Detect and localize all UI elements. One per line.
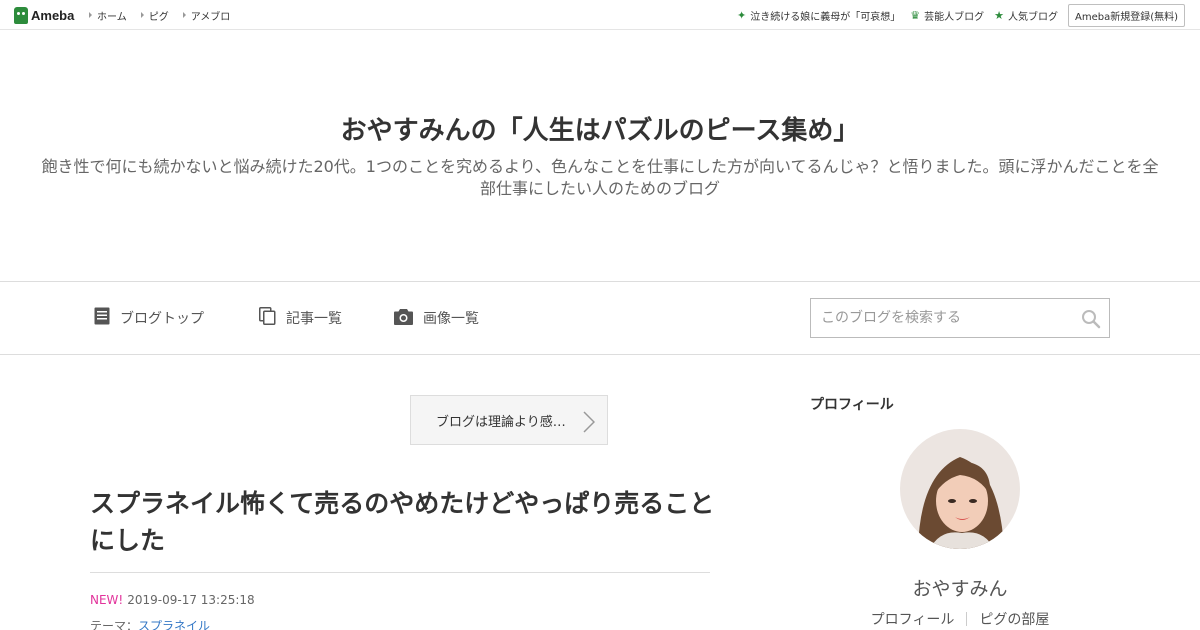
blog-header: おやすみんの「人生はパズルのピース集め」 飽き性で何にも続かないと悩み続けた20… bbox=[0, 30, 1200, 281]
profile-links: プロフィール ピグの部屋 bbox=[810, 609, 1110, 629]
search-input[interactable] bbox=[811, 299, 1071, 337]
pigg-room-link[interactable]: ピグの部屋 bbox=[979, 609, 1049, 629]
header-right-links: ✦ 泣き続ける娘に義母が「可哀想」 ♛ 芸能人ブログ ★ 人気ブログ Ameba新規登… bbox=[737, 0, 1200, 30]
document-icon bbox=[94, 307, 110, 329]
avatar[interactable] bbox=[900, 429, 1020, 549]
register-button[interactable]: Ameba新規登録(無料) bbox=[1067, 3, 1185, 27]
nav-blog-top[interactable]: ブログトップ bbox=[94, 306, 204, 330]
theme-link[interactable]: スプラネイル bbox=[138, 619, 210, 630]
global-nav: ホーム ピグ アメブロ bbox=[89, 0, 244, 30]
trending-topic-link[interactable]: ✦ 泣き続ける娘に義母が「可哀想」 bbox=[737, 8, 900, 23]
search-icon[interactable] bbox=[1081, 309, 1101, 329]
blog-nav: ブログトップ 記事一覧 画像一覧 bbox=[0, 281, 1200, 355]
triangle-right-icon bbox=[140, 12, 144, 18]
sparkle-icon: ✦ bbox=[737, 8, 747, 22]
nav-home-link[interactable]: ホーム bbox=[89, 8, 127, 23]
previous-entry-button[interactable]: ブログは理論より感… bbox=[410, 395, 608, 445]
nav-ameblo-link[interactable]: アメブロ bbox=[182, 8, 230, 23]
ameba-logo-icon bbox=[14, 6, 28, 24]
ameba-logo-text: Ameba bbox=[31, 7, 75, 23]
profile-name[interactable]: おやすみん bbox=[810, 574, 1110, 601]
triangle-right-icon bbox=[182, 12, 186, 18]
profile-link[interactable]: プロフィール bbox=[871, 609, 955, 629]
title-divider bbox=[90, 572, 710, 573]
profile-heading: プロフィール bbox=[810, 397, 894, 413]
ameba-logo[interactable]: Ameba bbox=[14, 6, 74, 24]
nav-image-list[interactable]: 画像一覧 bbox=[394, 306, 479, 330]
camera-icon bbox=[394, 308, 413, 329]
blog-search bbox=[810, 298, 1110, 338]
nav-pigg-link[interactable]: ピグ bbox=[140, 8, 169, 23]
popular-blog-link[interactable]: ★ 人気ブログ bbox=[994, 8, 1058, 23]
copy-icon bbox=[259, 307, 276, 329]
triangle-right-icon bbox=[89, 12, 92, 18]
new-badge: NEW! bbox=[90, 593, 124, 607]
blog-description: 飽き性で何にも続かないと悩み続けた20代。1つのことを究めるより、色んなことを仕… bbox=[41, 157, 1159, 198]
article-title[interactable]: スプラネイル怖くて売るのやめたけどやっぱり売ることにした bbox=[90, 485, 715, 559]
link-separator bbox=[966, 612, 968, 626]
star-icon: ★ bbox=[994, 8, 1004, 22]
global-header: Ameba ホーム ピグ アメブロ ✦ 泣き続ける娘に義母が「可哀想」 ♛ 芸能人ブ… bbox=[0, 0, 1200, 30]
blog-title[interactable]: おやすみんの「人生はパズルのピース集め」 bbox=[0, 110, 1200, 147]
article-timestamp: 2019-09-17 13:25:18 bbox=[127, 593, 255, 607]
chevron-right-icon bbox=[583, 411, 596, 437]
nav-entry-list[interactable]: 記事一覧 bbox=[259, 306, 342, 330]
article-theme: テーマ：スプラネイル bbox=[90, 617, 210, 630]
previous-entry-label: ブログは理論より感… bbox=[436, 414, 566, 430]
crown-icon: ♛ bbox=[910, 8, 921, 22]
celebrity-blog-link[interactable]: ♛ 芸能人ブログ bbox=[910, 8, 984, 23]
theme-label: テーマ： bbox=[90, 619, 139, 630]
article-meta: NEW! 2019-09-17 13:25:18 bbox=[90, 593, 255, 607]
